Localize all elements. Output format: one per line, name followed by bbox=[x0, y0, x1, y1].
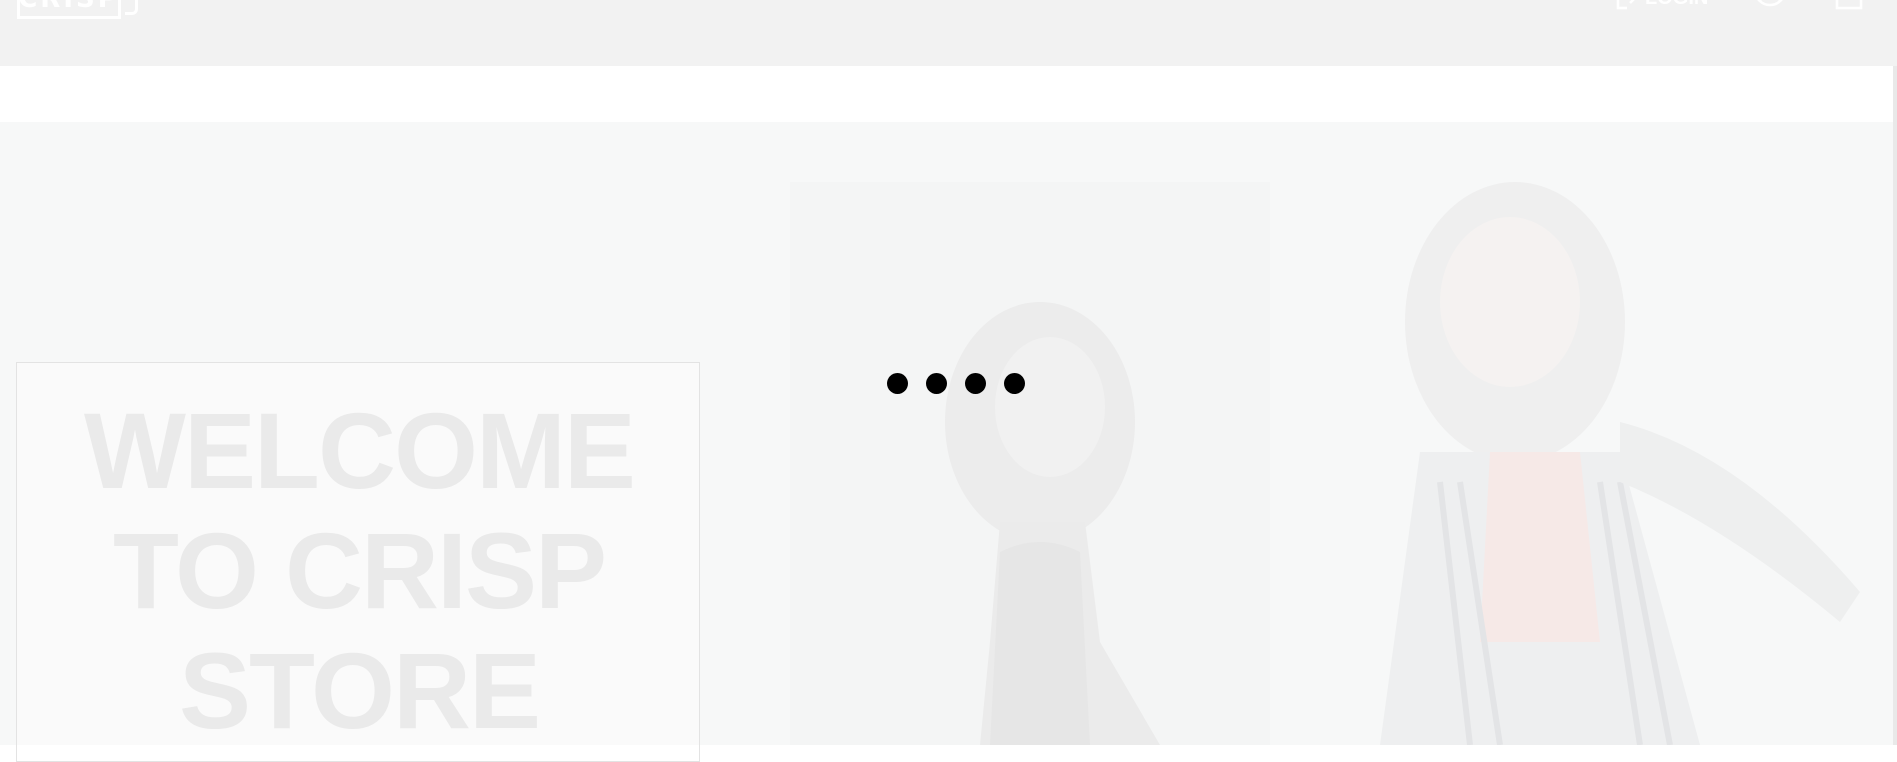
user-circle-icon[interactable] bbox=[1753, 0, 1787, 12]
login-link[interactable]: LOGIN bbox=[1615, 0, 1708, 10]
loading-indicator bbox=[887, 373, 1025, 394]
site-header: CRISP LOGIN bbox=[0, 0, 1897, 66]
logo-text: CRISP bbox=[18, 0, 120, 14]
welcome-panel: WELCOME TO CRISP STORE bbox=[16, 362, 700, 762]
logo-tail-mark bbox=[125, 0, 138, 15]
login-label: LOGIN bbox=[1645, 0, 1708, 10]
loader-dot bbox=[926, 373, 947, 394]
crisp-logo[interactable]: CRISP bbox=[17, 0, 121, 19]
page-scrollbar[interactable] bbox=[1893, 66, 1897, 745]
login-arrow-icon bbox=[1616, 0, 1635, 10]
loader-dot bbox=[965, 373, 986, 394]
loader-dot bbox=[1004, 373, 1025, 394]
loader-dot bbox=[887, 373, 908, 394]
shopping-bag-icon[interactable] bbox=[1834, 0, 1864, 12]
welcome-heading: WELCOME TO CRISP STORE bbox=[84, 390, 636, 751]
